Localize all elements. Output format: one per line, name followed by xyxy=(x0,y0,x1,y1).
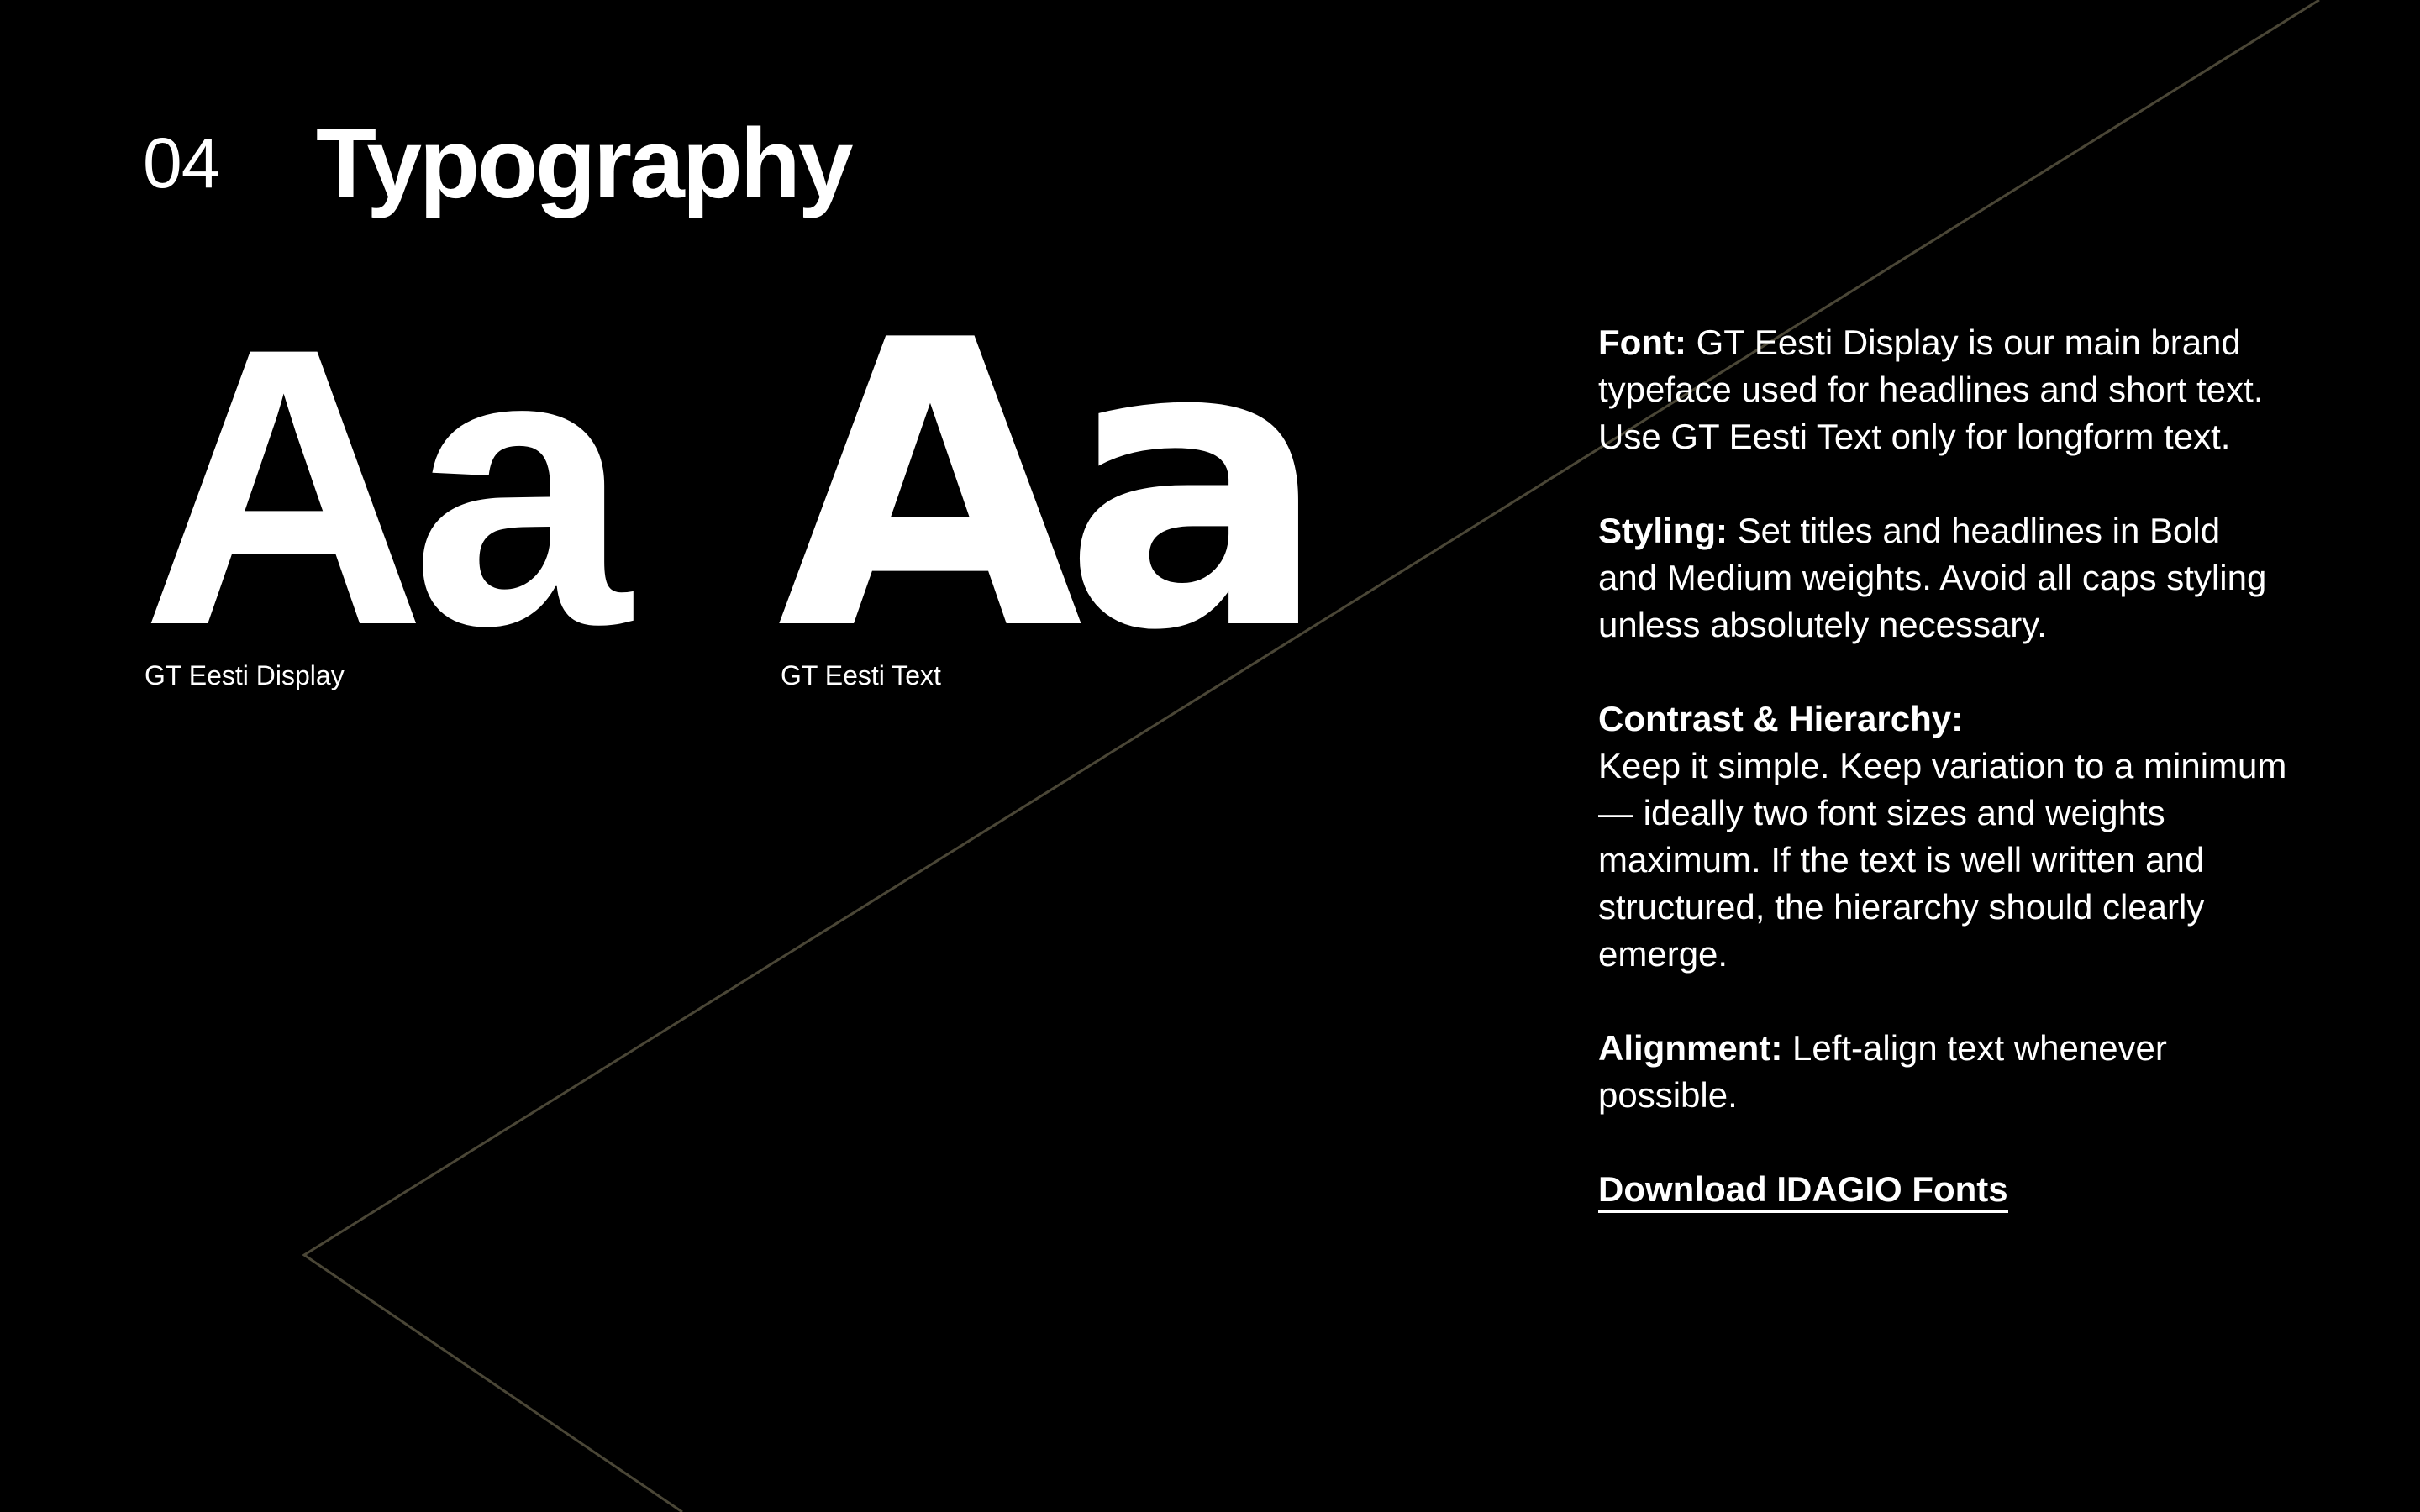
specimen-label: GT Eesti Text xyxy=(781,660,941,690)
specimen-glyphs: Aa xyxy=(141,266,631,707)
guideline-body: Keep it simple. Keep variation to a mini… xyxy=(1598,746,2287,974)
download-fonts-link[interactable]: Download IDAGIO Fonts xyxy=(1598,1168,2008,1213)
guideline-body: GT Eesti Display is our main brand typef… xyxy=(1598,323,2264,456)
specimen-glyphs: Aa xyxy=(777,257,1329,717)
typography-guidelines: Font: GT Eesti Display is our main brand… xyxy=(1598,319,2287,1213)
font-specimen-display: Aa GT Eesti Display xyxy=(141,266,631,707)
section-number: 04 xyxy=(143,123,220,202)
guideline-heading: Font: xyxy=(1598,323,1686,362)
guideline-heading: Alignment: xyxy=(1598,1028,1783,1068)
font-specimen-text: Aa GT Eesti Text xyxy=(777,257,1329,717)
guideline-contrast-hierarchy: Contrast & Hierarchy: Keep it simple. Ke… xyxy=(1598,696,2287,978)
typography-page: 04 Typography Aa GT Eesti Display Aa GT … xyxy=(0,0,2420,1512)
page-title: Typography xyxy=(316,108,854,219)
guideline-heading: Contrast & Hierarchy: xyxy=(1598,699,1964,738)
guideline-heading: Styling: xyxy=(1598,511,1728,550)
guideline-styling: Styling: Set titles and headlines in Bol… xyxy=(1598,507,2287,648)
guideline-alignment: Alignment: Left-align text whenever poss… xyxy=(1598,1025,2287,1119)
guideline-font: Font: GT Eesti Display is our main brand… xyxy=(1598,319,2287,460)
specimen-label: GT Eesti Display xyxy=(145,660,345,690)
